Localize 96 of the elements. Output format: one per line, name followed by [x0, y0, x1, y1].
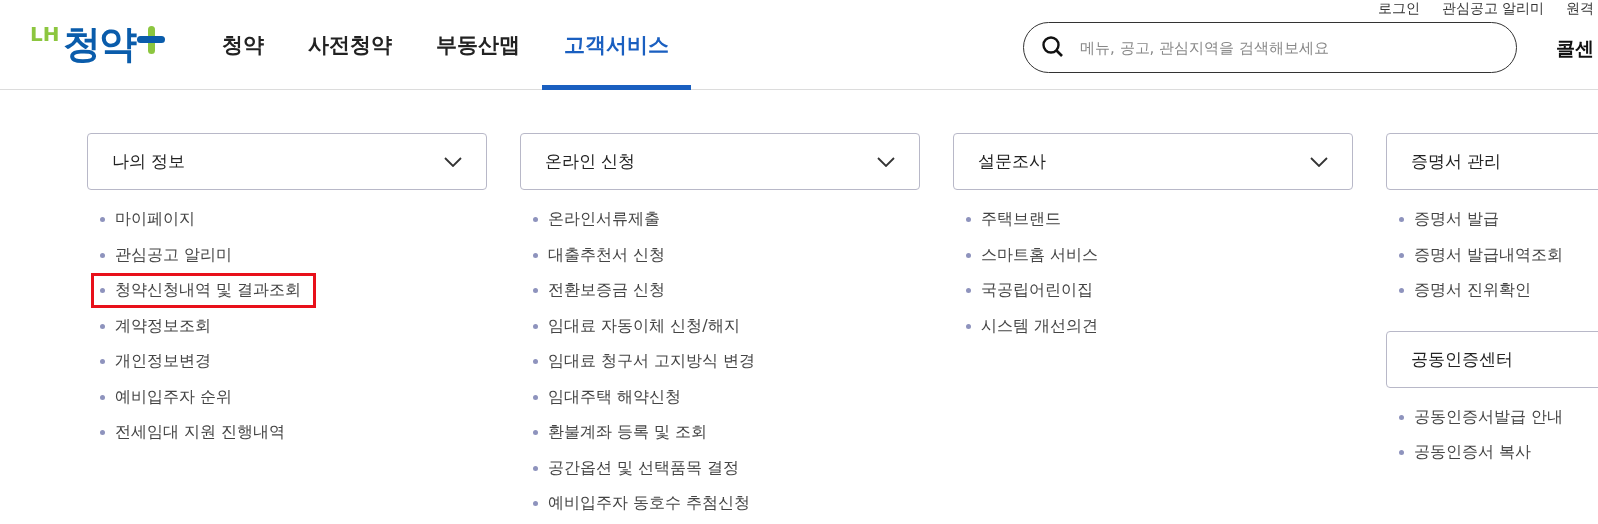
bullet-icon	[533, 394, 538, 400]
call-center-link[interactable]: 콜센	[1556, 36, 1594, 62]
bullet-icon	[100, 430, 105, 436]
menu-link[interactable]: 예비입주자 순위	[91, 379, 248, 415]
menu-link-label: 예비입주자 동호수 추첨신청	[548, 493, 751, 515]
menu-link-label: 온라인서류제출	[548, 209, 660, 231]
menu-link[interactable]: 국공립어린이집	[957, 273, 1108, 309]
bullet-icon	[100, 217, 105, 223]
category-dropdown[interactable]: 설문조사	[953, 133, 1353, 190]
menu-link[interactable]: 공동인증서발급 안내	[1390, 399, 1579, 435]
menu-link[interactable]: 마이페이지	[91, 202, 210, 238]
menu-link[interactable]: 임대료 자동이체 신청/해지	[524, 308, 755, 344]
menu-link[interactable]: 증명서 발급	[1390, 202, 1515, 238]
utility-link[interactable]: 관심공고 알리미	[1441, 0, 1544, 18]
bullet-icon	[100, 359, 105, 365]
menu-link-label: 전세임대 지원 진행내역	[115, 422, 286, 444]
menu-link[interactable]: 전환보증금 신청	[524, 273, 681, 309]
menu-link[interactable]: 개인정보변경	[91, 344, 226, 380]
menu-link-label: 스마트홈 서비스	[981, 244, 1099, 266]
utility-link[interactable]: 로그인	[1377, 0, 1420, 18]
bullet-icon	[100, 394, 105, 400]
bullet-icon	[533, 323, 538, 329]
search-field[interactable]: 메뉴, 공고, 관심지역을 검색해보세요	[1023, 22, 1517, 73]
category-dropdown[interactable]: 증명서 관리	[1386, 133, 1598, 190]
bullet-icon	[100, 288, 105, 294]
menu-link[interactable]: 임대료 청구서 고지방식 변경	[524, 344, 771, 380]
category-dropdown[interactable]: 온라인 신청	[520, 133, 920, 190]
menu-link-label: 임대주택 해약신청	[548, 386, 682, 408]
bullet-icon	[966, 252, 971, 258]
bullet-icon	[533, 430, 538, 436]
menu-link-label: 주택브랜드	[981, 209, 1061, 231]
menu-link[interactable]: 스마트홈 서비스	[957, 237, 1114, 273]
menu-link-label: 임대료 자동이체 신청/해지	[548, 315, 740, 337]
bullet-icon	[100, 252, 105, 258]
bullet-icon	[533, 465, 538, 471]
menu-link-label: 증명서 진위확인	[1414, 280, 1532, 302]
category-dropdown[interactable]: 나의 정보	[87, 133, 487, 190]
bullet-icon	[1399, 288, 1404, 294]
menu-link[interactable]: 증명서 진위확인	[1390, 273, 1547, 309]
menu-link[interactable]: 대출추천서 신청	[524, 237, 681, 273]
menu-link[interactable]: 예비입주자 동호수 추첨신청	[524, 486, 766, 522]
utility-link[interactable]: 원격	[1566, 0, 1594, 18]
bullet-icon	[1399, 217, 1404, 223]
menu-link[interactable]: 환불계좌 등록 및 조회	[524, 415, 723, 451]
bullet-icon	[533, 501, 538, 507]
chevron-down-icon	[1310, 156, 1328, 167]
bullet-icon	[1399, 450, 1404, 456]
menu-link[interactable]: 공간옵션 및 선택품목 결정	[524, 450, 755, 486]
bullet-icon	[533, 252, 538, 258]
bullet-icon	[533, 217, 538, 223]
plus-icon	[137, 25, 166, 54]
menu-link-label: 공동인증서발급 안내	[1414, 406, 1564, 428]
menu-link[interactable]: 공동인증서 복사	[1390, 435, 1547, 471]
bullet-icon	[966, 288, 971, 294]
nav-tab[interactable]: 청약	[200, 0, 286, 90]
menu-link[interactable]: 시스템 개선의견	[957, 308, 1114, 344]
nav-tab[interactable]: 사전청약	[286, 0, 414, 90]
bullet-icon	[1399, 414, 1404, 420]
menu-link-label: 공간옵션 및 선택품목 결정	[548, 457, 740, 479]
menu-link-label: 시스템 개선의견	[981, 315, 1099, 337]
category-dropdown[interactable]: 공동인증센터	[1386, 330, 1598, 388]
menu-link-label: 청약신청내역 및 결과조회	[115, 280, 302, 302]
menu-link[interactable]: 임대주택 해약신청	[524, 379, 697, 415]
menu-link-label: 개인정보변경	[115, 351, 211, 373]
bullet-icon	[533, 359, 538, 365]
menu-link-label: 전환보증금 신청	[548, 280, 666, 302]
menu-link-label: 국공립어린이집	[981, 280, 1093, 302]
search-icon	[1041, 35, 1065, 59]
menu-link[interactable]: 계약정보조회	[91, 308, 226, 344]
nav-tab[interactable]: 부동산맵	[414, 0, 542, 90]
menu-link-label: 마이페이지	[115, 209, 195, 231]
bullet-icon	[100, 323, 105, 329]
menu-link[interactable]: 전세임대 지원 진행내역	[91, 415, 301, 451]
menu-link-label: 환불계좌 등록 및 조회	[548, 422, 708, 444]
menu-link-label: 공동인증서 복사	[1414, 442, 1532, 464]
chevron-down-icon	[877, 156, 895, 167]
chevron-down-icon	[444, 156, 462, 167]
menu-link-label: 증명서 발급내역조회	[1414, 244, 1564, 266]
logo-prefix: LH	[30, 22, 60, 46]
menu-link-label: 대출추천서 신청	[548, 244, 666, 266]
menu-link[interactable]: 청약신청내역 및 결과조회	[91, 273, 317, 309]
menu-link-label: 임대료 청구서 고지방식 변경	[548, 351, 756, 373]
menu-link-label: 증명서 발급	[1414, 209, 1500, 231]
bullet-icon	[1399, 252, 1404, 258]
nav-tab[interactable]: 고객서비스	[542, 0, 691, 90]
menu-link-label: 예비입주자 순위	[115, 386, 233, 408]
bullet-icon	[966, 217, 971, 223]
menu-link[interactable]: 주택브랜드	[957, 202, 1076, 238]
menu-link[interactable]: 관심공고 알리미	[91, 237, 248, 273]
logo-name: 청약	[63, 21, 136, 68]
menu-link-label: 관심공고 알리미	[115, 244, 233, 266]
menu-link[interactable]: 증명서 발급내역조회	[1390, 237, 1579, 273]
bullet-icon	[966, 323, 971, 329]
menu-link[interactable]: 온라인서류제출	[524, 202, 675, 238]
menu-link-label: 계약정보조회	[115, 315, 211, 337]
bullet-icon	[533, 288, 538, 294]
